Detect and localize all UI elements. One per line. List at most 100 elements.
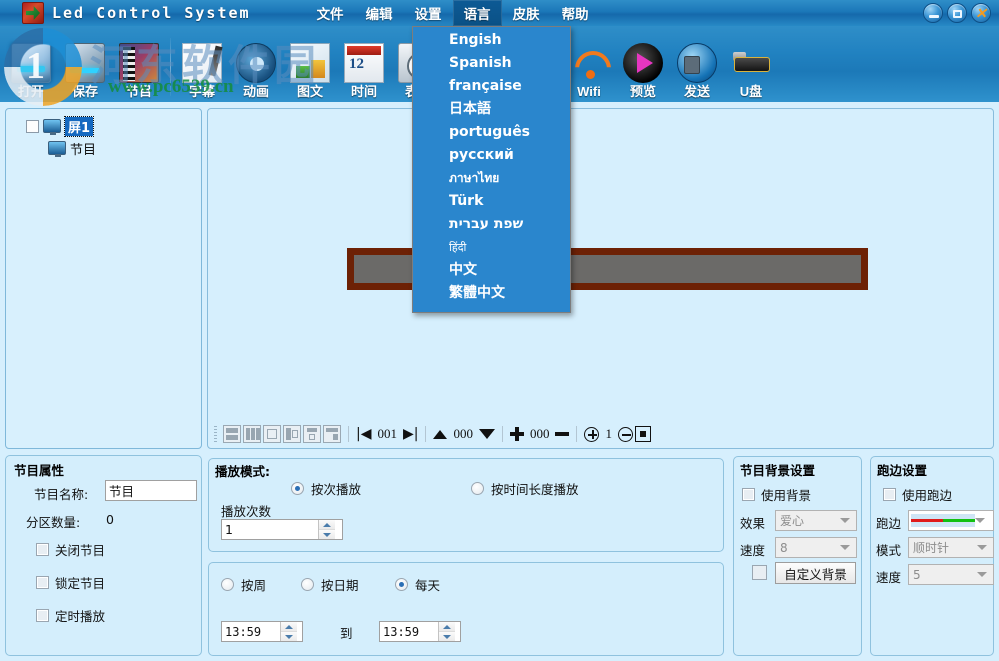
time-until-spinner[interactable] — [379, 621, 461, 642]
spinner-arrows[interactable] — [318, 520, 335, 539]
use-background-checkbox-row[interactable]: 使用背景 — [742, 485, 811, 504]
timed-play-checkbox-row[interactable]: 定时播放 — [36, 606, 105, 625]
language-option-japanese[interactable]: 日本語 — [413, 98, 570, 121]
layout-single-button[interactable] — [263, 425, 281, 443]
use-border-checkbox-row[interactable]: 使用跑边 — [883, 485, 952, 504]
toolbar-button-open[interactable]: 打开 — [4, 26, 58, 102]
time-from-input[interactable] — [222, 623, 280, 640]
radio-button[interactable] — [471, 482, 484, 495]
language-option-hebrew[interactable]: שפת עברית — [413, 213, 570, 236]
language-option-traditional-chinese[interactable]: 繁體中文 — [413, 282, 570, 305]
menu-item-skin[interactable]: 皮肤 — [502, 0, 551, 26]
spinner-up[interactable] — [281, 622, 297, 632]
move-down-icon[interactable] — [479, 429, 495, 439]
maximize-button[interactable] — [947, 3, 967, 23]
add-zone-icon[interactable] — [510, 427, 524, 441]
border-mode-label: 模式 — [876, 540, 901, 559]
border-color-select[interactable] — [908, 510, 994, 531]
checkbox[interactable] — [36, 543, 49, 556]
language-option-simplified-chinese[interactable]: 中文 — [413, 259, 570, 282]
remove-zone-icon[interactable] — [555, 432, 569, 436]
lock-program-checkbox-row[interactable]: 锁定节目 — [36, 573, 105, 592]
menu-item-help[interactable]: 帮助 — [551, 0, 600, 26]
radio-button[interactable] — [221, 578, 234, 591]
tree-checkbox[interactable] — [26, 120, 39, 133]
play-count-spinner[interactable] — [221, 519, 343, 540]
time-range-separator-label: 到 — [340, 623, 353, 642]
spinner-up[interactable] — [319, 520, 335, 530]
toolbar-button-time[interactable]: 时间 — [337, 26, 391, 102]
language-option-french[interactable]: française — [413, 75, 570, 98]
layout-columns-button[interactable] — [243, 425, 261, 443]
spinner-arrows[interactable] — [438, 622, 455, 641]
effect-select[interactable]: 爱心 — [775, 510, 857, 531]
layout-corner-button[interactable] — [323, 425, 341, 443]
first-page-icon[interactable]: |◀ — [356, 426, 371, 442]
language-option-spanish[interactable]: Spanish — [413, 52, 570, 75]
menu-item-language[interactable]: 语言 — [453, 0, 502, 26]
spinner-down[interactable] — [281, 632, 297, 641]
layout-top-main-button[interactable] — [303, 425, 321, 443]
spinner-arrows[interactable] — [280, 622, 297, 641]
time-until-input[interactable] — [380, 623, 438, 640]
radio-button[interactable] — [395, 578, 408, 591]
tree-item-program[interactable]: 节目 — [48, 139, 201, 157]
zoom-out-icon[interactable] — [618, 427, 633, 442]
border-speed-select[interactable]: 5 — [908, 564, 994, 585]
language-option-turkish[interactable]: Türk — [413, 190, 570, 213]
checkbox[interactable] — [742, 488, 755, 501]
toolbar-button-usb[interactable]: U盘 — [724, 26, 778, 102]
toolbar-button-animation[interactable]: 动画 — [229, 26, 283, 102]
spinner-down[interactable] — [439, 632, 455, 641]
radio-by-date[interactable]: 按日期 — [301, 575, 359, 594]
minimize-button[interactable] — [923, 3, 943, 23]
spinner-down[interactable] — [319, 530, 335, 539]
play-count-input[interactable] — [222, 521, 318, 538]
spinner-up[interactable] — [439, 622, 455, 632]
close-button[interactable]: ✕ — [971, 3, 991, 23]
toolbar-button-picture-text[interactable]: 图文 — [283, 26, 337, 102]
tree-item-screen1[interactable]: 屏1 — [26, 117, 201, 135]
toolbar-button-preview[interactable]: 预览 — [616, 26, 670, 102]
radio-by-week[interactable]: 按周 — [221, 575, 266, 594]
radio-every-day[interactable]: 每天 — [395, 575, 440, 594]
menu-item-settings[interactable]: 设置 — [404, 0, 453, 26]
toolbar-button-subtitle[interactable]: 字幕 — [175, 26, 229, 102]
separator — [502, 426, 503, 442]
toolbar-button-send[interactable]: 发送 — [670, 26, 724, 102]
radio-button[interactable] — [301, 578, 314, 591]
fit-screen-icon[interactable] — [635, 426, 651, 442]
toolbar-button-save[interactable]: 保存 — [58, 26, 112, 102]
menu-item-file[interactable]: 文件 — [306, 0, 355, 26]
chevron-down-icon — [443, 635, 451, 639]
custom-background-button[interactable]: 自定义背景 — [775, 562, 856, 584]
toolbar-button-program[interactable]: 节目 — [112, 26, 166, 102]
border-mode-select[interactable]: 顺时针 — [908, 537, 994, 558]
language-option-portuguese[interactable]: português — [413, 121, 570, 144]
layout-left-main-button[interactable] — [283, 425, 301, 443]
preview-canvas[interactable]: |◀ 001 ▶| 000 000 1 — [207, 108, 994, 449]
language-dropdown-menu[interactable]: Engish Spanish française 日本語 português р… — [412, 26, 571, 313]
speed-select[interactable]: 8 — [775, 537, 857, 558]
radio-play-by-count[interactable]: 按次播放 — [291, 479, 361, 498]
close-program-checkbox-row[interactable]: 关闭节目 — [36, 540, 105, 559]
layout-horizontal-button[interactable] — [223, 425, 241, 443]
last-page-icon[interactable]: ▶| — [403, 426, 418, 442]
zoom-value: 1 — [601, 426, 616, 442]
checkbox[interactable] — [36, 576, 49, 589]
language-option-hindi[interactable]: हिंदी — [413, 236, 570, 259]
custom-background-checkbox[interactable] — [752, 565, 767, 580]
program-name-input[interactable] — [105, 480, 197, 501]
radio-button[interactable] — [291, 482, 304, 495]
checkbox[interactable] — [36, 609, 49, 622]
checkbox[interactable] — [883, 488, 896, 501]
zoom-in-icon[interactable] — [584, 427, 599, 442]
language-option-russian[interactable]: русский — [413, 144, 570, 167]
move-up-icon[interactable] — [433, 430, 447, 439]
language-option-thai[interactable]: ภาษาไทย — [413, 167, 570, 190]
toolbar-grip[interactable] — [214, 426, 217, 442]
menu-item-edit[interactable]: 编辑 — [355, 0, 404, 26]
radio-play-by-duration[interactable]: 按时间长度播放 — [471, 479, 579, 498]
language-option-english[interactable]: Engish — [413, 29, 570, 52]
time-from-spinner[interactable] — [221, 621, 303, 642]
